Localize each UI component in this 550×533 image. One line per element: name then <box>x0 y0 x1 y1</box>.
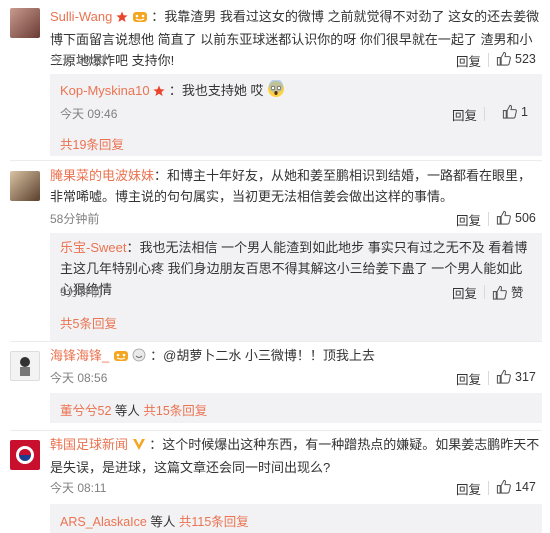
footer-text: 等人 <box>150 515 176 529</box>
view-more-replies[interactable]: 共115条回复 <box>179 515 249 529</box>
reply-time: 今天 09:46 <box>60 107 118 121</box>
vip-star-icon <box>153 83 165 103</box>
footer-text: 等人 <box>114 404 140 418</box>
like-count: 147 <box>515 480 536 494</box>
avatar[interactable] <box>10 440 40 470</box>
reply-button[interactable]: 回复 <box>452 105 477 124</box>
verified-v-icon <box>132 436 146 457</box>
sweat-smile-emoji <box>132 347 146 368</box>
reply-button[interactable]: 回复 <box>456 369 481 388</box>
thumbs-up-icon <box>502 104 517 119</box>
reply-name[interactable]: ARS_AlaskaIce <box>60 515 147 529</box>
reply-box: 董兮兮52 等人 共15条回复 <box>50 393 542 423</box>
reply-button[interactable]: 回复 <box>456 51 481 70</box>
comment-time: 58分钟前 <box>50 212 100 226</box>
like-count: 523 <box>515 52 536 66</box>
comment-text: @胡萝卜二水 小三微博！！顶我上去 <box>163 348 375 363</box>
like-button[interactable]: 赞 <box>492 282 524 301</box>
avatar[interactable] <box>10 171 40 201</box>
reply-box: ARS_AlaskaIce 等人 共115条回复 <box>50 504 542 533</box>
view-more-replies[interactable]: 共15条回复 <box>143 404 207 418</box>
reply-text: 我也支持她 哎 <box>181 83 264 98</box>
reply-button[interactable]: 回复 <box>456 479 481 498</box>
commenter-name[interactable]: 腌果菜的电波妹妹 <box>50 168 154 183</box>
reply-box: 乐宝-Sweet：我也无法相信 一个男人能渣到如此地步 事实只有过之无不及 看着… <box>50 233 542 341</box>
divider <box>10 160 542 161</box>
reply-box: Kop-Myskina10 ：我也支持她 哎 今天 09:46 回复 1 共19… <box>50 74 542 156</box>
divider <box>10 341 542 342</box>
reply-name[interactable]: 乐宝-Sweet <box>60 240 126 255</box>
comment-time: 今天 08:11 <box>50 53 107 67</box>
shocked-face-emoji <box>267 79 285 104</box>
view-more-replies[interactable]: 共5条回复 <box>60 313 117 332</box>
comment-time: 今天 08:56 <box>50 371 108 385</box>
like-button[interactable]: 506 <box>496 210 536 225</box>
avatar[interactable] <box>10 8 40 38</box>
reply-name[interactable]: Kop-Myskina10 <box>60 83 150 98</box>
like-button[interactable]: 317 <box>496 369 536 384</box>
like-count: 506 <box>515 211 536 225</box>
commenter-name[interactable]: 海锋海锋_ <box>50 348 109 363</box>
reply-name[interactable]: 董兮兮52 <box>60 404 111 418</box>
thumbs-up-icon <box>496 210 511 225</box>
like-button[interactable]: 147 <box>496 479 536 494</box>
like-count: 1 <box>521 105 528 119</box>
like-count: 317 <box>515 370 536 384</box>
like-count: 赞 <box>511 286 524 300</box>
view-more-replies[interactable]: 共19条回复 <box>60 134 124 153</box>
reply-button[interactable]: 回复 <box>452 283 477 302</box>
divider <box>10 430 542 431</box>
vip-star-icon <box>116 8 128 29</box>
thumbs-up-icon <box>496 369 511 384</box>
commenter-name[interactable]: 韩国足球新闻 <box>50 437 128 452</box>
avatar[interactable] <box>10 351 40 381</box>
reply-button[interactable]: 回复 <box>456 210 481 229</box>
comment-time: 今天 08:11 <box>50 481 107 495</box>
thumbs-up-icon <box>492 285 507 300</box>
thumbs-up-icon <box>496 479 511 494</box>
like-button[interactable]: 523 <box>496 51 536 66</box>
commenter-name[interactable]: Sulli-Wang <box>50 9 112 24</box>
member-crown-icon <box>132 8 148 29</box>
thumbs-up-icon <box>496 51 511 66</box>
member-crown-icon <box>113 347 129 368</box>
like-button[interactable]: 1 <box>502 104 528 119</box>
reply-time: 9分钟前 <box>60 285 103 299</box>
